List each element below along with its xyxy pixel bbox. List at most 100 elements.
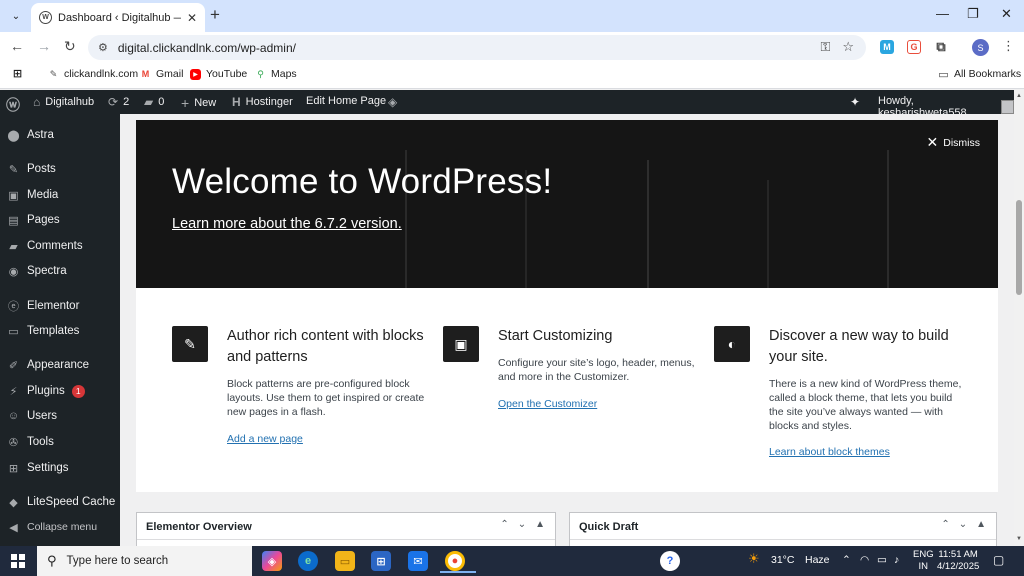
search-icon: ⚲ (47, 553, 57, 568)
move-up-icon[interactable]: ⌃ (941, 519, 949, 530)
add-new-page-link[interactable]: Add a new page (227, 433, 303, 445)
wordpress-logo-icon[interactable]: ⓦ (6, 95, 20, 115)
new-tab-icon[interactable]: + (210, 6, 220, 24)
sidebar-item-plugins[interactable]: ⚡ Plugins 1 (0, 379, 120, 403)
system-clock[interactable]: 11:51 AM 4/12/2025 (937, 549, 979, 573)
browser-menu-icon[interactable]: ⋮ (1002, 38, 1015, 54)
bookmarks-bar: ⊞ ✎ clickandlnk.com M Gmail ▶ YouTube ⚲ … (0, 62, 1024, 89)
network-icon[interactable]: ◠ (860, 554, 869, 566)
wp-admin-sidebar: ⬤ Astra ✎ Posts ▣ Media ▤ Pages ▰ Comments ◉ S… (0, 114, 120, 546)
language-indicator[interactable]: ENG IN (913, 549, 934, 573)
microsoft-store-icon[interactable]: ⊞ (371, 551, 391, 571)
sidebar-item-settings[interactable]: ⊞ Settings (0, 456, 120, 480)
bookmark-maps[interactable]: ⚲ Maps (255, 68, 296, 80)
updates-icon: ⟳ (108, 95, 119, 109)
site-name-link[interactable]: ⌂ Digitalhub (33, 95, 94, 109)
updates-link[interactable]: ⟳ 2 (108, 95, 129, 109)
scroll-up-icon[interactable]: ▲ (1016, 93, 1022, 99)
close-tab-icon[interactable]: ✕ (187, 11, 197, 25)
sidebar-item-litespeed[interactable]: ◆ LiteSpeed Cache (0, 490, 120, 514)
comment-icon: ▰ (144, 95, 154, 109)
move-down-icon[interactable]: ⌄ (959, 519, 967, 530)
sidebar-item-appearance[interactable]: ✐ Appearance (0, 353, 120, 377)
block-themes-link[interactable]: Learn about block themes (769, 446, 890, 458)
dismiss-button[interactable]: ✕ Dismiss (927, 134, 980, 151)
diamond-plugin-icon[interactable]: ◈ (388, 95, 397, 109)
mail-icon[interactable]: ✉ (408, 551, 428, 571)
toggle-panel-icon[interactable]: ▲ (535, 519, 545, 530)
sidebar-item-astra[interactable]: ⬤ Astra (0, 123, 120, 147)
bookmark-star-icon[interactable]: ☆ (842, 39, 854, 55)
media-icon: ▣ (8, 189, 19, 202)
extension-m-icon[interactable]: M (880, 40, 894, 54)
sidebar-item-posts[interactable]: ✎ Posts (0, 157, 120, 181)
hostinger-link[interactable]: H Hostinger (232, 95, 293, 109)
extension-g-icon[interactable]: G (907, 40, 921, 54)
sidebar-item-pages[interactable]: ▤ Pages (0, 208, 120, 232)
tray-chevron-icon[interactable]: ⌃ (842, 554, 851, 566)
user-avatar (1000, 100, 1014, 114)
chrome-icon[interactable]: ● (440, 551, 476, 573)
weather-temperature[interactable]: 31°C (771, 554, 794, 566)
profile-avatar[interactable]: S (972, 39, 989, 56)
reload-icon[interactable]: ↻ (64, 38, 76, 55)
site-info-icon[interactable]: ⚙ (98, 41, 108, 54)
notifications-icon[interactable]: ▢ (993, 553, 1004, 567)
weather-icon[interactable]: ☀ (748, 551, 760, 567)
sidebar-item-spectra[interactable]: ◉ Spectra (0, 259, 120, 283)
minimize-icon[interactable]: — (936, 6, 949, 21)
widget-divider (570, 539, 996, 540)
sidebar-item-elementor[interactable]: ⓔ Elementor (0, 294, 120, 318)
apps-grid-icon[interactable]: ⊞ (12, 68, 23, 80)
extensions-puzzle-icon[interactable]: ⧉ (934, 39, 948, 54)
ai-sparkle-icon[interactable]: ✦ (850, 95, 860, 109)
address-bar[interactable]: ⚙ digital.clickandlnk.com/wp-admin/ ⚿ ☆ (88, 35, 866, 60)
spectra-icon: ◉ (8, 265, 19, 278)
sidebar-item-templates[interactable]: ▭ Templates (0, 319, 120, 343)
bookmark-youtube[interactable]: ▶ YouTube (190, 68, 247, 80)
page-scrollbar[interactable]: ▲ ▼ (1014, 90, 1024, 546)
browser-tab-dashboard[interactable]: W Dashboard ‹ Digitalhub — Wor ✕ (31, 3, 205, 32)
maps-pin-icon: ⚲ (257, 68, 264, 79)
password-key-icon[interactable]: ⚿ (820, 39, 830, 55)
scroll-down-icon[interactable]: ▼ (1016, 536, 1022, 542)
toggle-panel-icon[interactable]: ▲ (976, 519, 986, 530)
all-bookmarks-folder[interactable]: ▭ All Bookmarks (938, 68, 1021, 81)
move-up-icon[interactable]: ⌃ (500, 519, 508, 530)
forward-icon[interactable]: → (37, 38, 51, 54)
close-icon: ✕ (926, 134, 939, 150)
move-down-icon[interactable]: ⌄ (518, 519, 526, 530)
url-text[interactable]: digital.clickandlnk.com/wp-admin/ (118, 41, 296, 55)
help-icon[interactable]: ? (660, 551, 680, 571)
taskbar-search[interactable]: ⚲ Type here to search (37, 546, 252, 576)
back-icon[interactable]: ← (10, 38, 24, 54)
restore-icon[interactable]: ❐ (967, 6, 979, 22)
version-link[interactable]: Learn more about the 6.7.2 version. (172, 216, 402, 232)
sidebar-item-tools[interactable]: ✇ Tools (0, 430, 120, 454)
wordpress-favicon-icon: W (39, 11, 52, 24)
bookmark-clickandlnk[interactable]: ✎ clickandlnk.com (48, 68, 138, 80)
edge-browser-icon[interactable]: e (298, 551, 318, 571)
weather-condition[interactable]: Haze (805, 554, 830, 566)
card-text: Block patterns are pre-configured block … (227, 378, 425, 418)
sidebar-item-media[interactable]: ▣ Media (0, 183, 120, 207)
edit-home-page-link[interactable]: Edit Home Page (306, 95, 386, 107)
sidebar-item-users[interactable]: ☺ Users (0, 404, 120, 428)
new-content-link[interactable]: + New (181, 95, 216, 111)
file-explorer-icon[interactable]: ▭ (335, 551, 355, 571)
widget-title: Quick Draft (579, 521, 639, 533)
open-customizer-link[interactable]: Open the Customizer (498, 398, 597, 410)
plus-icon: + (181, 95, 190, 111)
browser-toolbar: ← → ↻ ⚙ digital.clickandlnk.com/wp-admin… (0, 32, 1024, 62)
tab-search-chevron-icon[interactable]: ⌄ (6, 6, 26, 26)
collapse-menu-button[interactable]: ◀ Collapse menu (0, 515, 120, 539)
battery-icon[interactable]: ▭ (877, 554, 887, 566)
scrollbar-thumb[interactable] (1016, 200, 1022, 295)
bookmark-gmail[interactable]: M Gmail (140, 68, 184, 80)
comments-link[interactable]: ▰ 0 (144, 95, 164, 109)
close-window-icon[interactable]: ✕ (1001, 6, 1012, 22)
windows-start-icon[interactable] (11, 554, 25, 568)
copilot-icon[interactable]: ◈ (262, 551, 282, 571)
volume-icon[interactable]: ♪ (894, 554, 899, 566)
sidebar-item-comments[interactable]: ▰ Comments (0, 234, 120, 258)
